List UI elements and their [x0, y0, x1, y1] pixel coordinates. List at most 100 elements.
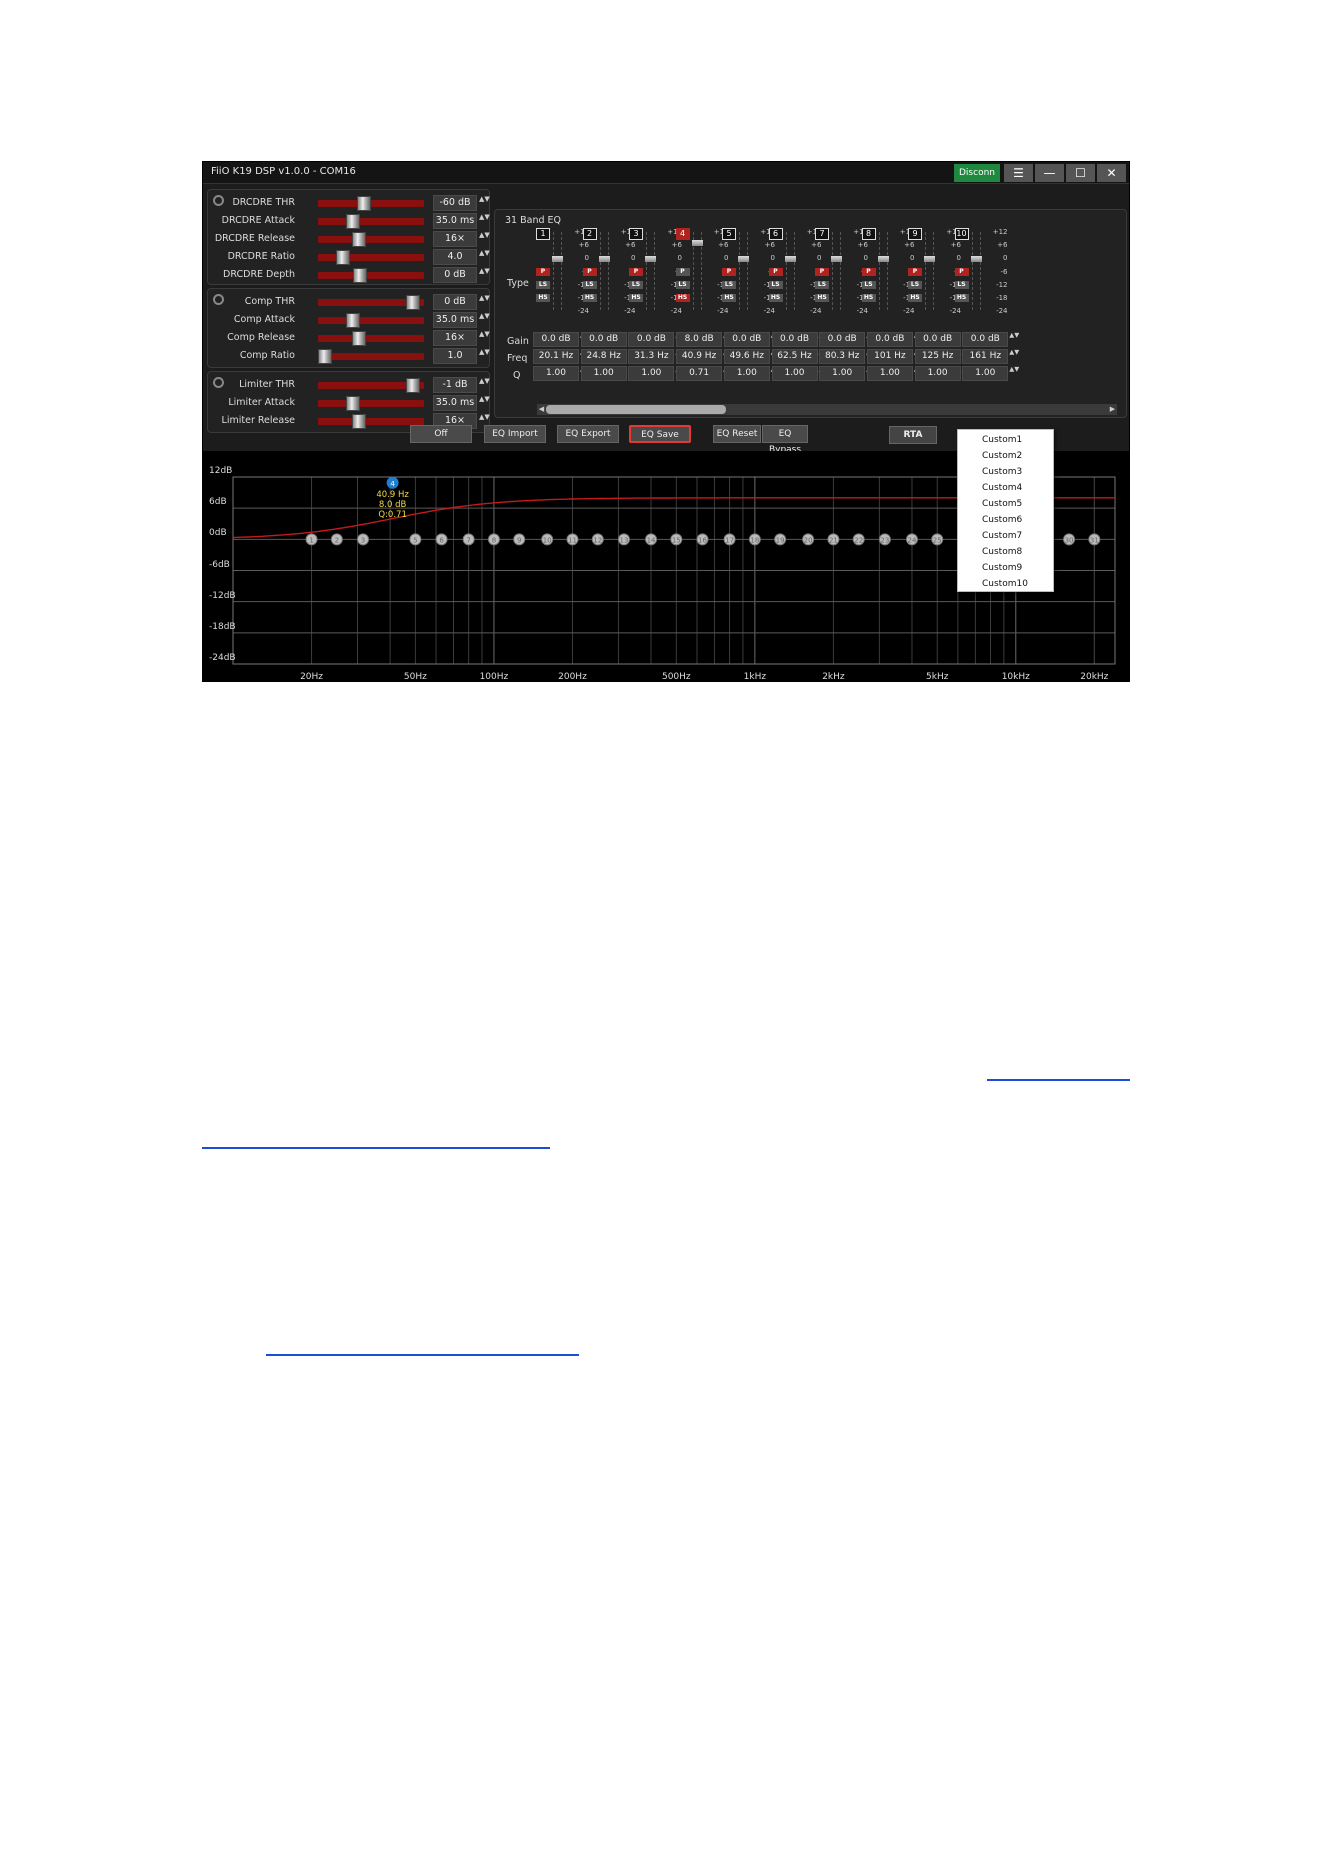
slider-thumb[interactable] — [645, 256, 656, 262]
filter-type-hs-button[interactable]: HS — [908, 294, 922, 302]
param-slider[interactable] — [318, 378, 424, 393]
stepper-icon[interactable]: ▲▼ — [479, 294, 490, 310]
band-number[interactable]: 2 — [582, 228, 597, 240]
gain-field[interactable]: 0.0 dB — [580, 332, 627, 347]
save-preset-7[interactable]: Custom7 — [958, 528, 1055, 544]
freq-field[interactable]: 40.9 Hz — [676, 349, 723, 364]
slider-thumb[interactable] — [336, 250, 350, 265]
document-link-underline[interactable] — [987, 1079, 1130, 1081]
param-value[interactable]: 35.0 ms — [433, 213, 477, 229]
filter-type-ls-button[interactable]: LS — [629, 281, 643, 289]
eq-save-button[interactable]: EQ Save — [629, 425, 691, 443]
stepper-icon[interactable]: ▲▼ — [479, 231, 490, 247]
stepper-icon[interactable]: ▲▼ — [1009, 365, 1019, 381]
freq-field[interactable]: 20.1 Hz — [533, 349, 579, 364]
document-link-underline[interactable] — [266, 1354, 579, 1356]
stepper-icon[interactable]: ▲▼ — [1009, 331, 1019, 347]
slider-thumb[interactable] — [406, 295, 420, 310]
save-preset-9[interactable]: Custom9 — [958, 560, 1055, 576]
band-gain-slider[interactable] — [691, 232, 703, 310]
save-preset-6[interactable]: Custom6 — [958, 512, 1055, 528]
filter-type-p-button[interactable]: P — [815, 268, 829, 276]
freq-field[interactable]: 101 Hz — [866, 349, 913, 364]
save-preset-8[interactable]: Custom8 — [958, 544, 1055, 560]
slider-thumb[interactable] — [784, 256, 796, 262]
slider-thumb[interactable] — [831, 256, 842, 262]
param-slider[interactable] — [318, 313, 424, 328]
filter-type-ls-button[interactable]: LS — [954, 281, 969, 289]
param-slider[interactable] — [318, 196, 424, 211]
slider-thumb[interactable] — [346, 313, 360, 328]
param-slider[interactable] — [318, 396, 424, 411]
slider-thumb[interactable] — [318, 349, 332, 364]
scroll-right-icon[interactable]: ▶ — [1108, 404, 1117, 415]
filter-type-hs-button[interactable]: HS — [582, 294, 597, 302]
filter-type-p-button[interactable]: P — [908, 268, 922, 276]
stepper-icon[interactable]: ▲▼ — [479, 395, 490, 411]
q-field[interactable]: 1.00 — [533, 366, 579, 381]
q-field[interactable]: 1.00 — [962, 366, 1009, 381]
param-value[interactable]: -1 dB — [433, 377, 477, 393]
gain-field[interactable]: 0.0 dB — [771, 332, 818, 347]
band-number[interactable]: 8 — [861, 228, 876, 240]
param-slider[interactable] — [318, 331, 424, 346]
filter-type-ls-button[interactable]: LS — [768, 281, 783, 289]
freq-field[interactable]: 161 Hz — [962, 349, 1009, 364]
stepper-icon[interactable]: ▲▼ — [479, 267, 490, 283]
band-gain-slider[interactable] — [784, 232, 796, 310]
filter-type-ls-button[interactable]: LS — [722, 281, 736, 289]
band-number[interactable]: 4 — [675, 228, 690, 240]
param-value[interactable]: 0 dB — [433, 294, 477, 310]
freq-field[interactable]: 24.8 Hz — [580, 349, 627, 364]
filter-type-hs-button[interactable]: HS — [768, 294, 783, 302]
gain-field[interactable]: 0.0 dB — [962, 332, 1009, 347]
gain-field[interactable]: 0.0 dB — [914, 332, 961, 347]
slider-thumb[interactable] — [924, 256, 935, 262]
param-slider[interactable] — [318, 414, 424, 429]
band-gain-slider[interactable] — [877, 232, 889, 310]
slider-thumb[interactable] — [552, 256, 563, 262]
filter-type-p-button[interactable]: P — [768, 268, 783, 276]
param-value[interactable]: -60 dB — [433, 195, 477, 211]
q-field[interactable]: 1.00 — [628, 366, 675, 381]
slider-thumb[interactable] — [598, 256, 610, 262]
slider-thumb[interactable] — [352, 414, 366, 429]
band-number[interactable]: 9 — [908, 228, 922, 240]
filter-type-p-button[interactable]: P — [536, 268, 550, 276]
band-gain-slider[interactable] — [970, 232, 982, 310]
param-slider[interactable] — [318, 250, 424, 265]
gain-field[interactable]: 8.0 dB — [676, 332, 723, 347]
rta-button[interactable]: RTA — [889, 426, 937, 444]
filter-type-p-button[interactable]: P — [954, 268, 969, 276]
filter-type-hs-button[interactable]: HS — [861, 294, 876, 302]
stepper-icon[interactable]: ▲▼ — [479, 195, 490, 211]
band-gain-slider[interactable] — [552, 232, 563, 310]
param-value[interactable]: 35.0 ms — [433, 395, 477, 411]
band-gain-slider[interactable] — [738, 232, 749, 310]
stepper-icon[interactable]: ▲▼ — [479, 377, 490, 393]
q-field[interactable]: 1.00 — [914, 366, 961, 381]
param-value[interactable]: 35.0 ms — [433, 312, 477, 328]
save-preset-5[interactable]: Custom5 — [958, 496, 1055, 512]
q-field[interactable]: 0.71 — [676, 366, 723, 381]
filter-type-ls-button[interactable]: LS — [675, 281, 690, 289]
eq-scrollbar[interactable]: ◀ ▶ — [537, 404, 1117, 415]
filter-type-p-button[interactable]: P — [582, 268, 597, 276]
filter-type-ls-button[interactable]: LS — [815, 281, 829, 289]
stepper-icon[interactable]: ▲▼ — [479, 213, 490, 229]
stepper-icon[interactable]: ▲▼ — [479, 348, 490, 364]
band-gain-slider[interactable] — [645, 232, 656, 310]
param-slider[interactable] — [318, 214, 424, 229]
q-field[interactable]: 1.00 — [580, 366, 627, 381]
freq-field[interactable]: 80.3 Hz — [819, 349, 866, 364]
close-icon[interactable]: ✕ — [1097, 164, 1126, 182]
eq-export-button[interactable]: EQ Export — [557, 425, 619, 443]
slider-thumb[interactable] — [877, 256, 889, 262]
q-field[interactable]: 1.00 — [771, 366, 818, 381]
filter-type-p-button[interactable]: P — [722, 268, 736, 276]
slider-thumb[interactable] — [346, 214, 360, 229]
band-gain-slider[interactable] — [924, 232, 935, 310]
scrollbar-thumb[interactable] — [546, 405, 726, 414]
param-value[interactable]: 4.0 — [433, 249, 477, 265]
param-slider[interactable] — [318, 349, 424, 364]
